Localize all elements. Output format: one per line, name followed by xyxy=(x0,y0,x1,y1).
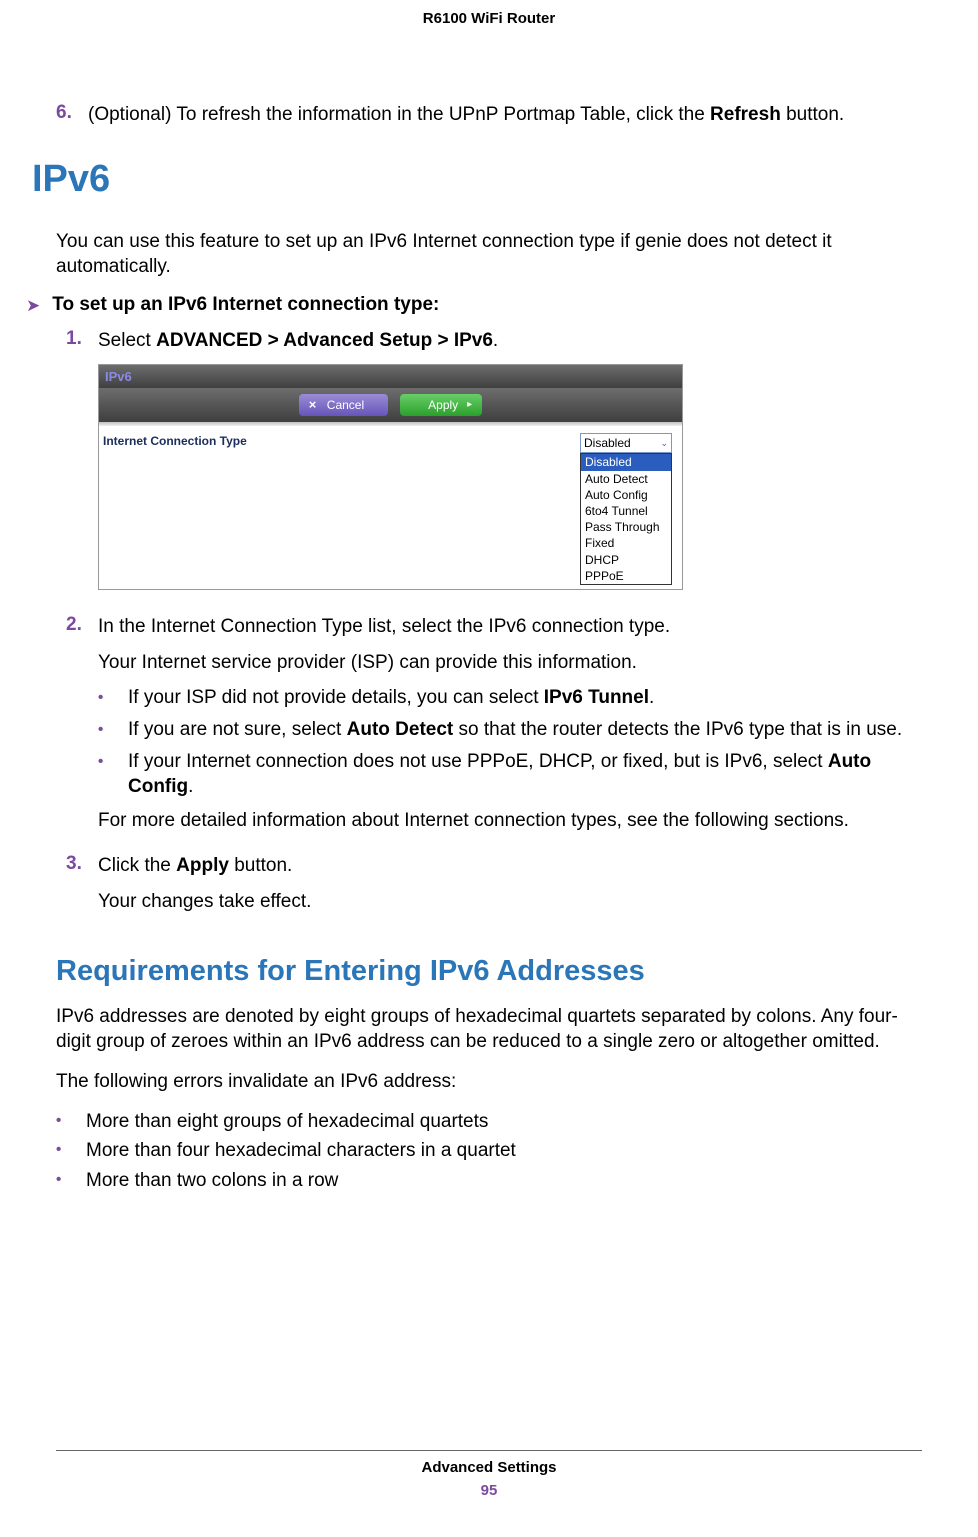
steps-list: 1. Select ADVANCED > Advanced Setup > IP… xyxy=(66,328,922,925)
intro-paragraph: You can use this feature to set up an IP… xyxy=(56,229,922,280)
sub-bullet: • If your ISP did not provide details, y… xyxy=(98,685,922,711)
page-header: R6100 WiFi Router xyxy=(0,0,978,27)
error-list: • More than eight groups of hexadecimal … xyxy=(56,1109,922,1194)
page-content: 6. (Optional) To refresh the information… xyxy=(0,27,978,1194)
step-number: 3. xyxy=(66,853,96,924)
bullet-icon: • xyxy=(98,752,128,800)
dropdown-option[interactable]: Pass Through xyxy=(581,519,671,535)
dropdown-option[interactable]: Auto Detect xyxy=(581,471,671,487)
step-2: 2. In the Internet Connection Type list,… xyxy=(66,614,922,843)
task-text: To set up an IPv6 Internet connection ty… xyxy=(52,294,439,316)
cancel-button[interactable]: Cancel xyxy=(299,394,388,416)
apply-button[interactable]: Apply xyxy=(400,394,482,416)
sub-bullet: • If your Internet connection does not u… xyxy=(98,749,922,800)
dropdown-option[interactable]: PPPoE xyxy=(581,568,671,584)
footer-title: Advanced Settings xyxy=(0,1459,978,1476)
ipv6-screenshot: IPv6 Cancel Apply Internet Connection Ty… xyxy=(98,364,683,590)
bullet-icon: • xyxy=(98,688,128,711)
sub-bullet-list: • If your ISP did not provide details, y… xyxy=(98,685,922,800)
step-number: 6. xyxy=(56,102,86,128)
arrow-icon: ➤ xyxy=(26,296,40,316)
dropdown-option[interactable]: Disabled xyxy=(581,454,671,470)
req-paragraph-2: The following errors invalidate an IPv6 … xyxy=(56,1069,922,1095)
chevron-down-icon: ⌄ xyxy=(660,437,668,449)
dropdown-option[interactable]: DHCP xyxy=(581,552,671,568)
step-body: Click the Apply button. Your changes tak… xyxy=(98,853,922,924)
step-body: In the Internet Connection Type list, se… xyxy=(98,614,922,843)
page-footer: Advanced Settings 95 xyxy=(0,1450,978,1499)
step-body: Select ADVANCED > Advanced Setup > IPv6.… xyxy=(98,328,922,604)
dropdown-option[interactable]: Auto Config xyxy=(581,487,671,503)
connection-type-select[interactable]: Disabled ⌄ xyxy=(580,433,672,453)
connection-type-row: Internet Connection Type Disabled ⌄ Disa… xyxy=(99,426,682,589)
step-3: 3. Click the Apply button. Your changes … xyxy=(66,853,922,924)
continued-list: 6. (Optional) To refresh the information… xyxy=(56,102,922,128)
dropdown-option[interactable]: Fixed xyxy=(581,535,671,551)
connection-type-label: Internet Connection Type xyxy=(103,433,247,449)
dropdown-list: Disabled Auto Detect Auto Config 6to4 Tu… xyxy=(580,453,672,585)
bullet-icon706create: • xyxy=(56,1171,86,1194)
bullet-icon: • xyxy=(56,1112,86,1135)
screenshot-title: IPv6 xyxy=(99,365,682,389)
sub-bullet: • If you are not sure, select Auto Detec… xyxy=(98,717,922,743)
heading-requirements: Requirements for Entering IPv6 Addresses xyxy=(56,955,922,988)
step-1: 1. Select ADVANCED > Advanced Setup > IP… xyxy=(66,328,922,604)
list-item-6: 6. (Optional) To refresh the information… xyxy=(56,102,922,128)
page-number: 95 xyxy=(0,1482,978,1499)
screenshot-button-bar: Cancel Apply xyxy=(99,388,682,422)
error-item: • More than four hexadecimal characters … xyxy=(56,1138,922,1164)
step-text: (Optional) To refresh the information in… xyxy=(88,102,922,128)
bullet-icon: • xyxy=(56,1141,86,1164)
error-item: • More than two colons in a row xyxy=(56,1168,922,1194)
task-heading: ➤ To set up an IPv6 Internet connection … xyxy=(26,294,922,316)
bullet-icon: • xyxy=(98,720,128,743)
dropdown-option[interactable]: 6to4 Tunnel xyxy=(581,503,671,519)
error-item: • More than eight groups of hexadecimal … xyxy=(56,1109,922,1135)
step-number: 1. xyxy=(66,328,96,604)
req-paragraph-1: IPv6 addresses are denoted by eight grou… xyxy=(56,1004,922,1055)
heading-ipv6: IPv6 xyxy=(32,158,922,201)
step-number: 2. xyxy=(66,614,96,843)
